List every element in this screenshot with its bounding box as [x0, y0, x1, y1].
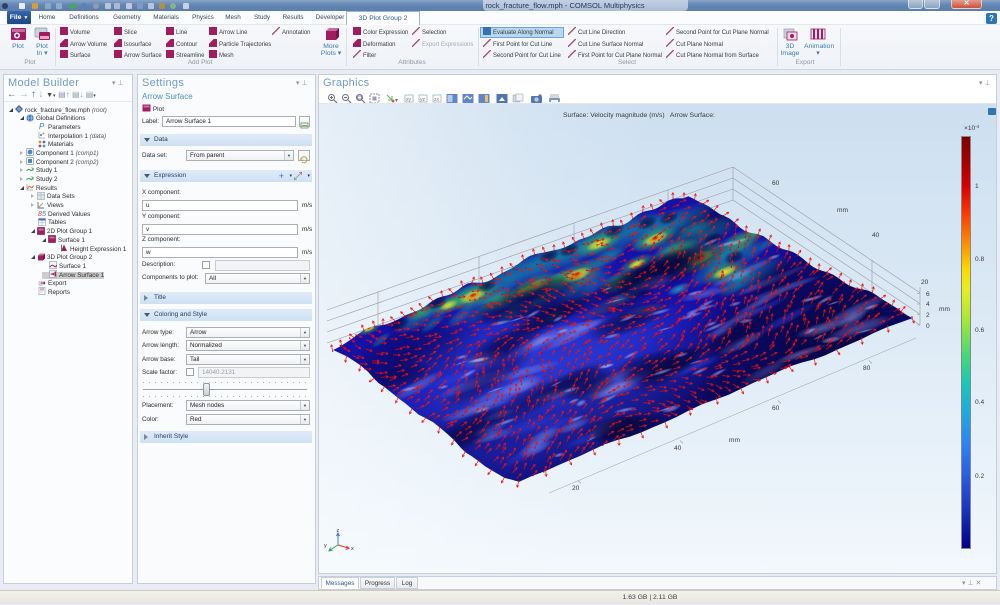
svg-text:mm: mm — [939, 306, 950, 313]
svg-text:40: 40 — [872, 232, 880, 239]
svg-text:80: 80 — [863, 365, 871, 372]
svg-text:Surface: Velocity magnitude (m: Surface: Velocity magnitude (m/s) Arrow … — [563, 112, 715, 119]
svg-text:60: 60 — [772, 180, 780, 187]
svg-text:6: 6 — [926, 291, 930, 298]
svg-text:z: z — [337, 528, 340, 534]
svg-text:mm: mm — [729, 437, 740, 444]
svg-text:4: 4 — [926, 301, 930, 308]
svg-text:20: 20 — [572, 485, 580, 492]
svg-text:60: 60 — [772, 405, 780, 412]
svg-text:y: y — [324, 543, 327, 549]
svg-text:P: P — [39, 122, 45, 130]
svg-text:x: x — [351, 546, 354, 552]
svg-text:5: 5 — [42, 211, 46, 217]
svg-text:40: 40 — [674, 445, 682, 452]
svg-text:0: 0 — [926, 323, 930, 330]
svg-text:2: 2 — [926, 312, 930, 319]
svg-text:20: 20 — [921, 279, 929, 286]
svg-text:mm: mm — [837, 207, 848, 214]
